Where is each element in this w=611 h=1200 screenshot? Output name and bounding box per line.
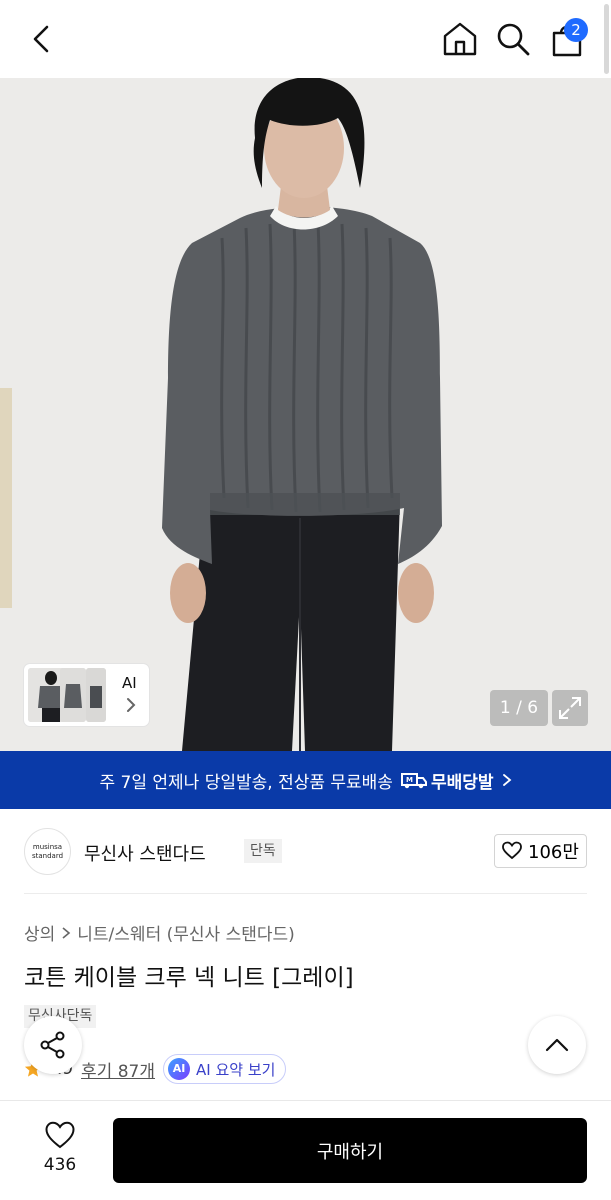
brand-logo[interactable]: musinsa standard: [24, 828, 71, 875]
brand-logo-line2: standard: [31, 852, 64, 860]
brand-like-button[interactable]: 106만: [494, 834, 587, 868]
scrollbar[interactable]: [604, 4, 609, 74]
delivery-banner[interactable]: 주 7일 언제나 당일발송, 전상품 무료배송 M 무배당발: [0, 751, 611, 809]
back-icon[interactable]: [26, 22, 60, 56]
search-icon[interactable]: [494, 20, 532, 58]
product-title: 코튼 케이블 크루 넥 니트 [그레이]: [24, 965, 354, 991]
product-image[interactable]: AI 1 / 6: [0, 78, 611, 751]
product-page: 2 AI 1 / 6 주 7일 언제나 당일발송, 전상품 무료배송 M 무배당…: [0, 0, 611, 1200]
chevron-right-icon: [127, 698, 136, 712]
ai-summary-label: AI 요약 보기: [196, 1060, 276, 1079]
brand-logo-line1: musinsa: [32, 843, 63, 851]
truck-icon: M: [400, 773, 427, 789]
breadcrumb-item[interactable]: 상의: [24, 920, 55, 945]
share-icon: [40, 1031, 65, 1059]
review-count-link[interactable]: 후기 87개: [81, 1057, 155, 1082]
heart-icon: [45, 1121, 75, 1149]
wishlist-button[interactable]: 436: [38, 1121, 82, 1175]
chevron-right-icon: [62, 926, 71, 939]
banner-brand: M 무배당발: [400, 768, 494, 793]
ai-badge-icon: AI: [168, 1058, 191, 1080]
expand-icon[interactable]: [552, 690, 588, 726]
buy-button[interactable]: 구매하기: [113, 1118, 587, 1183]
breadcrumb-item[interactable]: 니트/스웨터 (무신사 스탠다드): [77, 920, 294, 945]
cart-count-badge: 2: [564, 18, 588, 42]
scroll-to-top-button[interactable]: [528, 1016, 586, 1074]
banner-text: 주 7일 언제나 당일발송, 전상품 무료배송: [99, 772, 393, 793]
ai-summary-button[interactable]: AI AI 요약 보기: [163, 1054, 287, 1084]
heart-icon: [502, 841, 522, 860]
top-nav-bar: 2: [0, 0, 611, 78]
thumbnail-image: [60, 668, 86, 722]
chevron-right-icon: [502, 774, 511, 786]
thumbnail-image: [86, 668, 106, 722]
brand-like-count: 106만: [528, 842, 579, 863]
product-photo: [0, 78, 611, 751]
image-counter: 1 / 6: [490, 690, 548, 726]
exclusive-tag: 단독: [244, 839, 282, 863]
ai-thumbnail-card[interactable]: AI: [24, 664, 149, 726]
brand-name[interactable]: 무신사 스탠다드: [84, 840, 206, 866]
share-button[interactable]: [24, 1016, 82, 1074]
banner-brand-label: 무배당발: [430, 772, 494, 793]
brand-row[interactable]: musinsa standard 무신사 스탠다드 단독 106만: [24, 828, 587, 876]
breadcrumb: 상의 니트/스웨터 (무신사 스탠다드): [24, 920, 295, 945]
wishlist-count: 436: [43, 1155, 77, 1175]
chevron-up-icon: [545, 1038, 569, 1052]
ai-thumbnail-label: AI: [122, 674, 137, 692]
divider: [24, 893, 587, 894]
svg-text:M: M: [406, 776, 413, 784]
bottom-action-bar: 436 구매하기: [0, 1100, 611, 1200]
home-icon[interactable]: [441, 20, 479, 58]
